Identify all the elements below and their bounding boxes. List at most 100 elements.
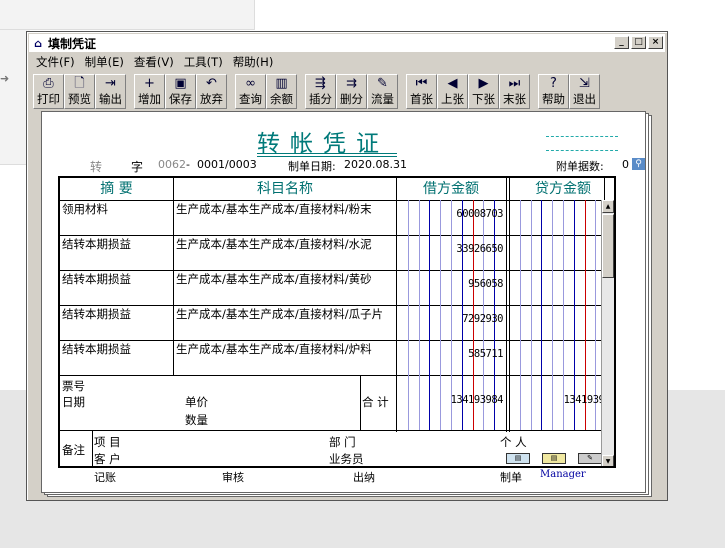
- toolbar-button-12[interactable]: ◀ 上张: [437, 74, 468, 109]
- attachment-count-field[interactable]: 0: [622, 158, 629, 171]
- toolbar-button-8[interactable]: ⇶ 插分: [305, 74, 336, 109]
- scroll-thumb[interactable]: [602, 214, 614, 278]
- arrow-icon: ➜: [0, 72, 10, 85]
- toolbar: ⎙ 打印 🗋 预览 ⇥ 输出 + 增加 ▣ 保存 ↶ 放弃 ∞ 查询 ▥ 余额 ⇶ 插分 ⇉ 删分 ✎ 流量 ⏮ 首张 ◀ 上张 ▶…: [33, 74, 600, 110]
- grid-line: [60, 430, 614, 431]
- background-panel: [0, 0, 255, 30]
- number-dash: -: [186, 158, 190, 171]
- window-title: 填制凭证: [48, 36, 97, 51]
- balance-chart-icon: ▥: [275, 76, 288, 91]
- toolbar-button-label: 放弃: [200, 92, 223, 106]
- row-account[interactable]: 生产成本/基本生产成本/直接材料/瓜子片: [176, 306, 383, 322]
- row-account[interactable]: 生产成本/基本生产成本/直接材料/水泥: [176, 236, 372, 252]
- grid-line: [60, 375, 614, 376]
- preparer-name: Manager: [540, 469, 586, 480]
- row-debit-amount[interactable]: 60008703: [397, 208, 503, 220]
- menu-bar: 文件(F) 制单(E) 查看(V) 工具(T) 帮助(H): [31, 54, 278, 70]
- title-bar[interactable]: ⌂ 填制凭证 _ □ ×: [29, 34, 665, 52]
- toolbar-button-15[interactable]: ? 帮助: [538, 74, 569, 109]
- toolbar-button-label: 帮助: [542, 92, 565, 106]
- toolbar-button-label: 流量: [371, 92, 394, 106]
- help-icon: ?: [550, 76, 557, 91]
- toolbar-button-14[interactable]: ⏭ 末张: [499, 74, 530, 109]
- row-summary[interactable]: 结转本期损益: [62, 271, 131, 287]
- toolbar-button-4[interactable]: ▣ 保存: [165, 74, 196, 109]
- toolbar-button-2[interactable]: ⇥ 输出: [95, 74, 126, 109]
- preview-icon: 🗋: [74, 76, 85, 91]
- card-icon[interactable]: ▤: [542, 453, 566, 464]
- search-icon[interactable]: ⚲: [632, 158, 645, 170]
- preparer-label: 制单: [500, 471, 522, 484]
- toolbar-button-10[interactable]: ✎ 流量: [367, 74, 398, 109]
- ticket-label: 票号: [62, 379, 85, 393]
- toolbar-button-6[interactable]: ∞ 查询: [235, 74, 266, 109]
- minimize-button[interactable]: _: [614, 36, 629, 49]
- row-summary[interactable]: 领用材料: [62, 201, 108, 217]
- row-summary[interactable]: 结转本期损益: [62, 236, 131, 252]
- toolbar-button-5[interactable]: ↶ 放弃: [196, 74, 227, 109]
- toolbar-separator: [297, 74, 305, 110]
- salesperson-label: 业务员: [329, 452, 364, 466]
- toolbar-button-7[interactable]: ▥ 余额: [266, 74, 297, 109]
- toolbar-button-3[interactable]: + 增加: [134, 74, 165, 109]
- exit-icon: ⇲: [579, 76, 590, 91]
- row-summary[interactable]: 结转本期损益: [62, 306, 131, 322]
- voucher-number: 0001/0003: [197, 158, 257, 171]
- header-summary: 摘 要: [100, 181, 133, 197]
- row-debit-amount[interactable]: 33926650: [397, 243, 503, 255]
- grid-line: [92, 430, 93, 466]
- grid-line: [173, 178, 174, 375]
- attachment-label: 附单据数:: [556, 160, 604, 173]
- grid-line: [506, 178, 507, 432]
- toolbar-button-label: 末张: [503, 92, 526, 106]
- auditor-label: 审核: [222, 471, 244, 484]
- voucher-type-field[interactable]: 转: [90, 158, 102, 175]
- voucher-date-field[interactable]: 2020.08.31: [344, 158, 407, 171]
- menu-voucher[interactable]: 制单(E): [80, 54, 129, 70]
- row-account[interactable]: 生产成本/基本生产成本/直接材料/粉末: [176, 201, 372, 217]
- menu-tools[interactable]: 工具(T): [179, 54, 228, 70]
- menu-file[interactable]: 文件(F): [31, 54, 80, 70]
- toolbar-button-9[interactable]: ⇉ 删分: [336, 74, 367, 109]
- toolbar-button-label: 退出: [573, 92, 596, 106]
- toolbar-button-1[interactable]: 🗋 预览: [64, 74, 95, 109]
- row-summary[interactable]: 结转本期损益: [62, 341, 131, 357]
- toolbar-button-label: 查询: [239, 92, 262, 106]
- toolbar-button-0[interactable]: ⎙ 打印: [33, 74, 64, 109]
- header-debit: 借方金额: [423, 181, 479, 197]
- toolbar-separator: [530, 74, 538, 110]
- customer-label: 客 户: [94, 452, 121, 466]
- grid-line: [360, 375, 361, 431]
- card-icon[interactable]: ▤: [506, 453, 530, 464]
- row-debit-amount[interactable]: 585711: [397, 348, 503, 360]
- toolbar-separator: [398, 74, 406, 110]
- menu-view[interactable]: 查看(V): [129, 54, 179, 70]
- delete-line-icon: ⇉: [346, 76, 357, 91]
- row-account[interactable]: 生产成本/基本生产成本/直接材料/炉料: [176, 341, 372, 357]
- app-icon: ⌂: [34, 36, 42, 50]
- vertical-scrollbar[interactable]: ▲ ▼: [601, 200, 614, 466]
- voucher-info-row: 转 字 0062 - 0001/0003 制单日期: 2020.08.31 附单…: [42, 158, 647, 174]
- menu-help[interactable]: 帮助(H): [228, 54, 279, 70]
- toolbar-button-label: 下张: [472, 92, 495, 106]
- dashed-line: [546, 136, 618, 137]
- save-icon: ▣: [174, 76, 187, 91]
- total-credit: 134193984: [563, 394, 616, 406]
- toolbar-button-16[interactable]: ⇲ 退出: [569, 74, 600, 109]
- maximize-button[interactable]: □: [631, 36, 646, 49]
- toolbar-button-13[interactable]: ▶ 下张: [468, 74, 499, 109]
- toolbar-button-label: 打印: [37, 92, 60, 106]
- next-record-icon: ▶: [478, 76, 489, 91]
- zi-label: 字: [131, 160, 144, 174]
- close-button[interactable]: ×: [648, 36, 663, 49]
- pencil-icon[interactable]: ✎: [578, 453, 602, 464]
- toolbar-button-label: 上张: [441, 92, 464, 106]
- row-account[interactable]: 生产成本/基本生产成本/直接材料/黄砂: [176, 271, 372, 287]
- voucher-window: ⌂ 填制凭证 _ □ × 文件(F) 制单(E) 查看(V) 工具(T) 帮助(…: [26, 31, 668, 501]
- row-debit-amount[interactable]: 956058: [397, 278, 503, 290]
- scroll-up-button[interactable]: ▲: [602, 200, 614, 213]
- row-debit-amount[interactable]: 7292930: [397, 313, 503, 325]
- toolbar-button-11[interactable]: ⏮ 首张: [406, 74, 437, 109]
- last-record-icon: ⏭: [508, 76, 521, 91]
- scroll-down-button[interactable]: ▼: [602, 455, 614, 466]
